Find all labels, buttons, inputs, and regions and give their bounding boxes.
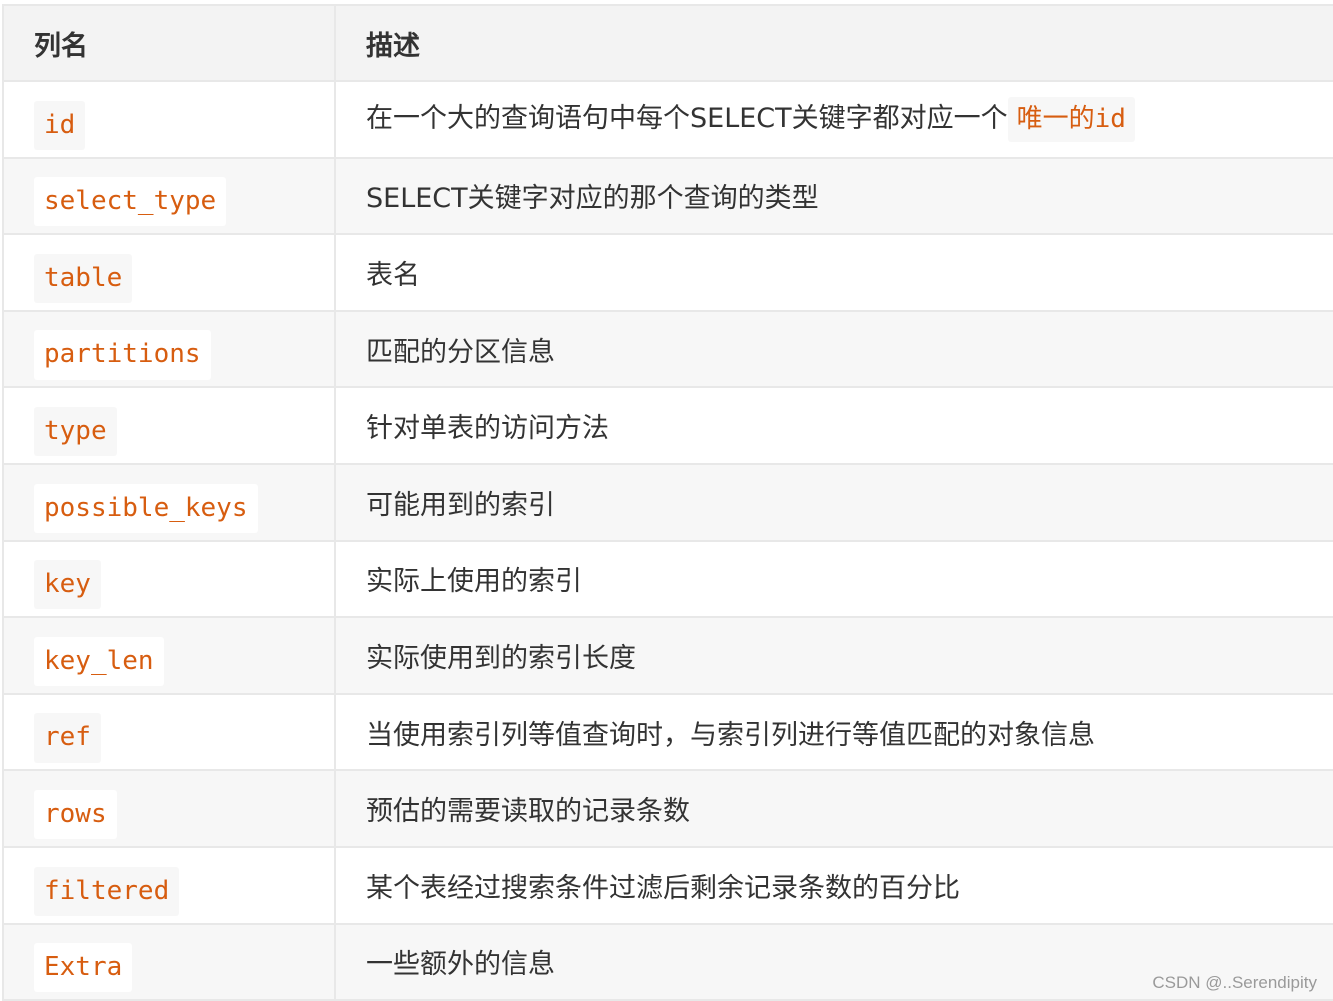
table-row: select_type SELECT关键字对应的那个查询的类型 [2,156,1333,236]
column-name-code: ref [34,713,101,763]
table-row: ref 当使用索引列等值查询时，与索引列进行等值匹配的对象信息 [2,692,1333,772]
column-name-code: id [34,100,86,150]
explain-columns-table: 列名 描述 id 在一个大的查询语句中每个SELECT关键字都对应一个 唯一的id… [2,4,1333,1001]
description-cell: 当使用索引列等值查询时，与索引列进行等值匹配的对象信息 [334,692,1333,772]
column-name-code: key_len [34,636,164,687]
column-name-code: Extra [34,943,133,993]
column-name-code: partitions [34,330,211,380]
header-description: 描述 [334,4,1333,82]
table-row: possible_keys 可能用到的索引 [2,462,1333,542]
table-row: partitions 匹配的分区信息 [2,309,1333,389]
description-cell: SELECT关键字对应的那个查询的类型 [334,156,1333,236]
table-header-row: 列名 描述 [2,4,1333,82]
description-cell: 预估的需要读取的记录条数 [334,769,1333,848]
table-row: type 针对单表的访问方法 [2,386,1333,465]
description-cell: 匹配的分区信息 [334,309,1333,389]
column-name-code: possible_keys [34,483,258,533]
description-cell: 某个表经过搜索条件过滤后剩余记录条数的百分比 [334,845,1333,925]
description-cell: 实际上使用的索引 [334,539,1333,619]
description-text: 在一个大的查询语句中每个SELECT关键字都对应一个 [366,103,1008,135]
watermark: CSDN @..Serendipity [1152,973,1317,992]
table-row: Extra 一些额外的信息 [2,922,1333,1001]
inline-code: 唯一的id [1007,97,1135,143]
description-cell: 表名 [334,233,1333,312]
column-name-cell: partitions [2,309,336,389]
description-cell: 实际使用到的索引长度 [334,616,1333,695]
column-name-cell: key_len [2,616,336,695]
table-row: table 表名 [2,233,1333,312]
document: 列名 描述 id 在一个大的查询语句中每个SELECT关键字都对应一个 唯一的id… [0,0,1333,1001]
header-column-name: 列名 [2,4,336,82]
column-name-code: select_type [34,177,227,227]
column-name-cell: id [2,80,336,159]
table-row: key 实际上使用的索引 [2,539,1333,619]
column-name-code: rows [34,790,117,840]
column-name-cell: rows [2,769,336,848]
column-name-cell: select_type [2,156,336,236]
column-name-code: type [34,407,117,457]
column-name-code: table [34,253,133,304]
column-name-code: key [34,560,101,610]
column-name-cell: filtered [2,845,336,925]
description-cell: 在一个大的查询语句中每个SELECT关键字都对应一个 唯一的id [334,80,1333,159]
table-row: key_len 实际使用到的索引长度 [2,616,1333,695]
column-name-cell: table [2,233,336,312]
column-name-cell: key [2,539,336,619]
column-name-code: filtered [34,866,180,916]
table-row: id 在一个大的查询语句中每个SELECT关键字都对应一个 唯一的id [2,80,1333,159]
description-cell: 可能用到的索引 [334,462,1333,542]
description-cell: 针对单表的访问方法 [334,386,1333,465]
column-name-cell: type [2,386,336,465]
column-name-cell: Extra [2,922,336,1001]
column-name-cell: ref [2,692,336,772]
table-row: rows 预估的需要读取的记录条数 [2,769,1333,848]
column-name-cell: possible_keys [2,462,336,542]
table-row: filtered 某个表经过搜索条件过滤后剩余记录条数的百分比 [2,845,1333,925]
